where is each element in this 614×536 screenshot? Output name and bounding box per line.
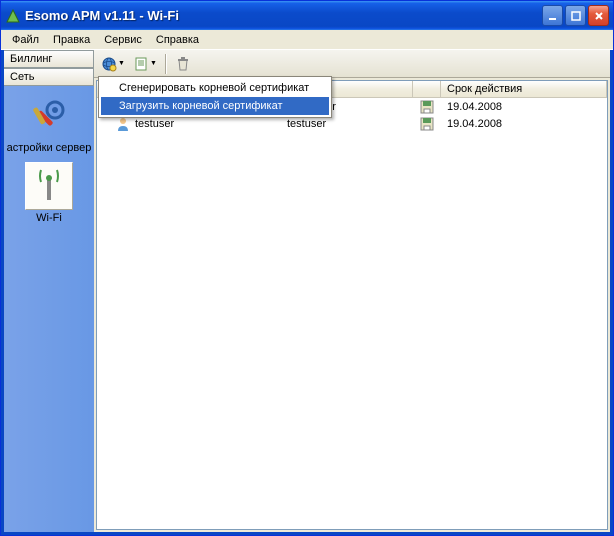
cert-dropdown-button[interactable]: ▼ bbox=[98, 53, 128, 75]
menu-file[interactable]: Файл bbox=[5, 32, 46, 48]
cell-expiry: 19.04.2008 bbox=[447, 101, 502, 113]
maximize-button[interactable] bbox=[565, 5, 586, 26]
globe-icon bbox=[101, 56, 117, 72]
menu-generate-root-cert[interactable]: Сгенерировать корневой сертификат bbox=[101, 79, 329, 97]
disk-icon bbox=[420, 117, 434, 131]
menu-help[interactable]: Справка bbox=[149, 32, 206, 48]
list-body: superuser superuser 19.04.2008 bbox=[97, 98, 607, 529]
menu-load-root-cert[interactable]: Загрузить корневой сертификат bbox=[101, 97, 329, 115]
window-title: Esomo APM v1.11 - Wi-Fi bbox=[25, 8, 542, 23]
toolbar-separator bbox=[165, 54, 167, 74]
delete-button[interactable] bbox=[172, 53, 194, 75]
cell-expiry: 19.04.2008 bbox=[447, 118, 502, 130]
main-panel: ▼ ▼ bbox=[94, 50, 610, 532]
wifi-icon bbox=[25, 162, 73, 210]
cell-owner: testuser bbox=[287, 118, 326, 130]
sidebar: Биллинг Сеть астройки сервер bbox=[4, 50, 94, 532]
menu-edit[interactable]: Правка bbox=[46, 32, 97, 48]
menu-service[interactable]: Сервис bbox=[97, 32, 149, 48]
column-status[interactable] bbox=[413, 81, 441, 97]
cert-dropdown-menu: Сгенерировать корневой сертификат Загруз… bbox=[98, 76, 332, 118]
sidebar-tab-network[interactable]: Сеть bbox=[4, 68, 94, 86]
certificate-icon bbox=[133, 56, 149, 72]
toolbar: ▼ ▼ bbox=[94, 50, 610, 78]
cell-login: testuser bbox=[135, 118, 174, 130]
user-list: Срок действия superuser superuser bbox=[96, 80, 608, 530]
minimize-button[interactable] bbox=[542, 5, 563, 26]
cert-action-button[interactable]: ▼ bbox=[130, 53, 160, 75]
sidebar-item-server-settings[interactable]: астройки сервер bbox=[6, 92, 92, 154]
app-window: Esomo APM v1.11 - Wi-Fi Файл Правка Серв… bbox=[0, 0, 614, 536]
sidebar-item-label: Wi-Fi bbox=[36, 212, 62, 224]
close-button[interactable] bbox=[588, 5, 609, 26]
chevron-down-icon: ▼ bbox=[150, 60, 157, 67]
column-expiry[interactable]: Срок действия bbox=[441, 81, 607, 97]
sidebar-tab-billing[interactable]: Биллинг bbox=[4, 50, 94, 68]
tools-icon bbox=[25, 92, 73, 140]
app-icon bbox=[5, 8, 21, 24]
menubar: Файл Правка Сервис Справка bbox=[1, 30, 613, 50]
content-area: Биллинг Сеть астройки сервер bbox=[1, 50, 613, 535]
sidebar-item-label: астройки сервер bbox=[7, 142, 92, 154]
sidebar-item-wifi[interactable]: Wi-Fi bbox=[6, 162, 92, 224]
titlebar[interactable]: Esomo APM v1.11 - Wi-Fi bbox=[1, 1, 613, 30]
disk-icon bbox=[420, 100, 434, 114]
chevron-down-icon: ▼ bbox=[118, 60, 125, 67]
trash-icon bbox=[175, 56, 191, 72]
